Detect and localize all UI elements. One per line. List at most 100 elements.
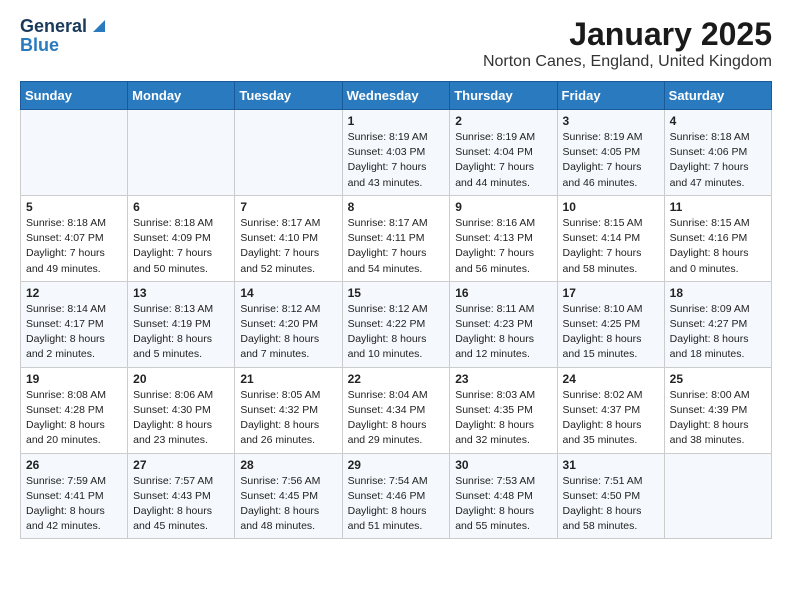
table-row: 11 Sunrise: 8:15 AM Sunset: 4:16 PM Dayli… [664,195,771,281]
day-info: Sunrise: 8:06 AM Sunset: 4:30 PM Dayligh… [133,388,229,449]
table-row: 13 Sunrise: 8:13 AM Sunset: 4:19 PM Dayli… [128,281,235,367]
calendar-table: Sunday Monday Tuesday Wednesday Thursday… [20,81,772,539]
day-number: 12 [26,286,122,300]
table-row: 4 Sunrise: 8:18 AM Sunset: 4:06 PM Daylig… [664,110,771,196]
day-info: Sunrise: 8:18 AM Sunset: 4:07 PM Dayligh… [26,216,122,277]
day-info: Sunrise: 8:15 AM Sunset: 4:14 PM Dayligh… [563,216,659,277]
day-number: 23 [455,372,551,386]
table-row [664,453,771,539]
day-number: 5 [26,200,122,214]
table-row: 23 Sunrise: 8:03 AM Sunset: 4:35 PM Dayli… [450,367,557,453]
day-info: Sunrise: 8:16 AM Sunset: 4:13 PM Dayligh… [455,216,551,277]
page-header: General Blue January 2025 Norton Canes, … [20,16,772,71]
header-saturday: Saturday [664,82,771,110]
day-number: 26 [26,458,122,472]
day-info: Sunrise: 7:54 AM Sunset: 4:46 PM Dayligh… [348,474,445,535]
table-row [21,110,128,196]
calendar-header-row: Sunday Monday Tuesday Wednesday Thursday… [21,82,772,110]
logo-icon [89,16,109,36]
logo: General Blue [20,16,109,54]
table-row: 25 Sunrise: 8:00 AM Sunset: 4:39 PM Dayli… [664,367,771,453]
table-row: 7 Sunrise: 8:17 AM Sunset: 4:10 PM Daylig… [235,195,342,281]
day-info: Sunrise: 8:17 AM Sunset: 4:11 PM Dayligh… [348,216,445,277]
day-number: 29 [348,458,445,472]
day-number: 30 [455,458,551,472]
calendar-week-row: 1Sunrise: 8:19 AM Sunset: 4:03 PM Daylig… [21,110,772,196]
table-row: 6 Sunrise: 8:18 AM Sunset: 4:09 PM Daylig… [128,195,235,281]
day-number: 2 [455,114,551,128]
table-row: 24Sunrise: 8:02 AM Sunset: 4:37 PM Dayli… [557,367,664,453]
calendar-week-row: 5 Sunrise: 8:18 AM Sunset: 4:07 PM Daylig… [21,195,772,281]
day-number: 9 [455,200,551,214]
day-info: Sunrise: 7:57 AM Sunset: 4:43 PM Dayligh… [133,474,229,535]
table-row: 5 Sunrise: 8:18 AM Sunset: 4:07 PM Daylig… [21,195,128,281]
day-number: 14 [240,286,336,300]
day-number: 17 [563,286,659,300]
day-info: Sunrise: 7:53 AM Sunset: 4:48 PM Dayligh… [455,474,551,535]
day-info: Sunrise: 8:12 AM Sunset: 4:22 PM Dayligh… [348,302,445,363]
day-number: 6 [133,200,229,214]
table-row: 15 Sunrise: 8:12 AM Sunset: 4:22 PM Dayli… [342,281,450,367]
table-row: 3 Sunrise: 8:19 AM Sunset: 4:05 PM Daylig… [557,110,664,196]
day-info: Sunrise: 8:19 AM Sunset: 4:04 PM Dayligh… [455,130,551,191]
day-info: Sunrise: 8:03 AM Sunset: 4:35 PM Dayligh… [455,388,551,449]
day-number: 4 [670,114,766,128]
logo-general-text: General [20,17,87,35]
table-row: 30 Sunrise: 7:53 AM Sunset: 4:48 PM Dayli… [450,453,557,539]
day-number: 11 [670,200,766,214]
table-row: 27 Sunrise: 7:57 AM Sunset: 4:43 PM Dayli… [128,453,235,539]
day-number: 1 [348,114,445,128]
day-number: 16 [455,286,551,300]
day-info: Sunrise: 7:51 AM Sunset: 4:50 PM Dayligh… [563,474,659,535]
page-subtitle: Norton Canes, England, United Kingdom [483,53,772,71]
table-row: 2 Sunrise: 8:19 AM Sunset: 4:04 PM Daylig… [450,110,557,196]
table-row: 9 Sunrise: 8:16 AM Sunset: 4:13 PM Daylig… [450,195,557,281]
day-number: 27 [133,458,229,472]
calendar-week-row: 19Sunrise: 8:08 AM Sunset: 4:28 PM Dayli… [21,367,772,453]
table-row: 29 Sunrise: 7:54 AM Sunset: 4:46 PM Dayli… [342,453,450,539]
day-number: 21 [240,372,336,386]
title-block: January 2025 Norton Canes, England, Unit… [483,16,772,71]
table-row: 14 Sunrise: 8:12 AM Sunset: 4:20 PM Dayli… [235,281,342,367]
table-row: 16 Sunrise: 8:11 AM Sunset: 4:23 PM Dayli… [450,281,557,367]
page-title: January 2025 [483,16,772,53]
day-number: 20 [133,372,229,386]
day-info: Sunrise: 8:14 AM Sunset: 4:17 PM Dayligh… [26,302,122,363]
calendar-week-row: 12 Sunrise: 8:14 AM Sunset: 4:17 PM Dayli… [21,281,772,367]
day-info: Sunrise: 8:17 AM Sunset: 4:10 PM Dayligh… [240,216,336,277]
day-number: 7 [240,200,336,214]
table-row: 22Sunrise: 8:04 AM Sunset: 4:34 PM Dayli… [342,367,450,453]
day-info: Sunrise: 8:05 AM Sunset: 4:32 PM Dayligh… [240,388,336,449]
day-info: Sunrise: 8:11 AM Sunset: 4:23 PM Dayligh… [455,302,551,363]
day-info: Sunrise: 8:13 AM Sunset: 4:19 PM Dayligh… [133,302,229,363]
header-monday: Monday [128,82,235,110]
day-number: 25 [670,372,766,386]
table-row: 21 Sunrise: 8:05 AM Sunset: 4:32 PM Dayli… [235,367,342,453]
header-thursday: Thursday [450,82,557,110]
table-row: 31 Sunrise: 7:51 AM Sunset: 4:50 PM Dayli… [557,453,664,539]
day-info: Sunrise: 8:19 AM Sunset: 4:05 PM Dayligh… [563,130,659,191]
day-info: Sunrise: 8:18 AM Sunset: 4:09 PM Dayligh… [133,216,229,277]
day-number: 13 [133,286,229,300]
table-row: 17Sunrise: 8:10 AM Sunset: 4:25 PM Dayli… [557,281,664,367]
day-info: Sunrise: 8:15 AM Sunset: 4:16 PM Dayligh… [670,216,766,277]
day-number: 10 [563,200,659,214]
table-row [235,110,342,196]
day-number: 28 [240,458,336,472]
day-number: 3 [563,114,659,128]
day-number: 31 [563,458,659,472]
logo-blue-text: Blue [20,36,59,54]
day-number: 24 [563,372,659,386]
table-row: 12 Sunrise: 8:14 AM Sunset: 4:17 PM Dayli… [21,281,128,367]
header-friday: Friday [557,82,664,110]
table-row: 18Sunrise: 8:09 AM Sunset: 4:27 PM Dayli… [664,281,771,367]
day-info: Sunrise: 8:00 AM Sunset: 4:39 PM Dayligh… [670,388,766,449]
day-info: Sunrise: 7:59 AM Sunset: 4:41 PM Dayligh… [26,474,122,535]
day-info: Sunrise: 8:08 AM Sunset: 4:28 PM Dayligh… [26,388,122,449]
day-info: Sunrise: 8:12 AM Sunset: 4:20 PM Dayligh… [240,302,336,363]
day-info: Sunrise: 8:18 AM Sunset: 4:06 PM Dayligh… [670,130,766,191]
day-number: 15 [348,286,445,300]
table-row: 28Sunrise: 7:56 AM Sunset: 4:45 PM Dayli… [235,453,342,539]
day-number: 22 [348,372,445,386]
table-row: 8Sunrise: 8:17 AM Sunset: 4:11 PM Daylig… [342,195,450,281]
